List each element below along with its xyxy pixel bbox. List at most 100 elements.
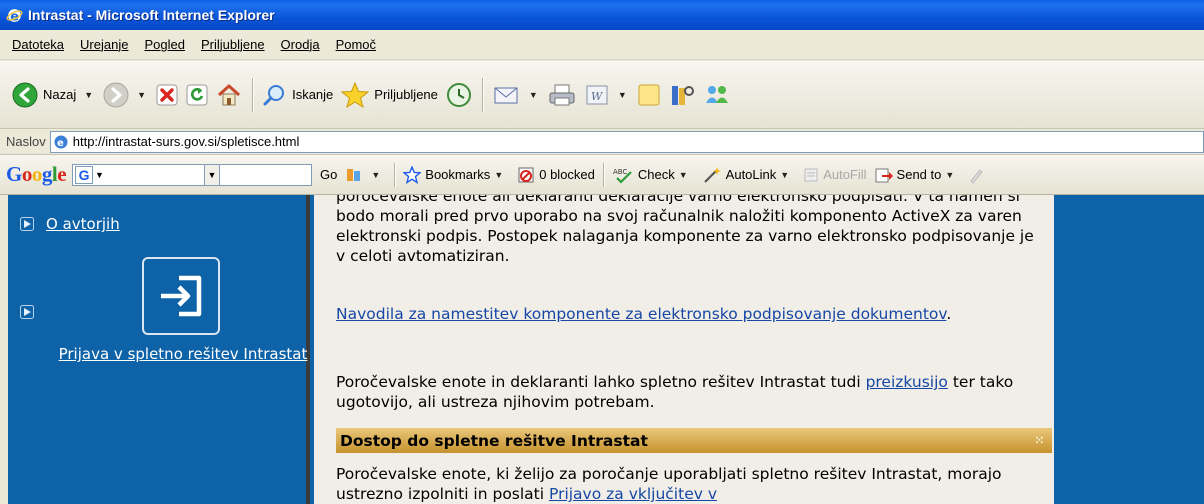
google-toolbar: Google G ▼ ▼ Go ▼ Bookmarks ▼ 0 blocked A… <box>0 155 1204 195</box>
o-avtorjih-link[interactable]: O avtorjih <box>46 215 120 233</box>
star-outline-icon <box>403 165 422 184</box>
back-dropdown-icon[interactable]: ▼ <box>84 90 93 100</box>
window-title-bar[interactable]: e Intrastat - Microsoft Internet Explore… <box>0 0 1204 30</box>
home-icon <box>218 84 241 105</box>
menu-bar: Datoteka Urejanje Pogled Priljubljene Or… <box>0 30 1204 60</box>
forward-dropdown-icon[interactable]: ▼ <box>137 90 146 100</box>
printer-icon <box>549 84 575 105</box>
edit-button[interactable]: W <box>580 75 614 115</box>
menu-urejanje[interactable]: Urejanje <box>72 34 136 55</box>
bookmarks-dropdown-icon: ▼ <box>494 169 504 180</box>
send-arrow-icon <box>875 168 893 182</box>
mail-icon <box>494 87 518 103</box>
google-go-button[interactable]: Go <box>312 167 341 182</box>
google-search-input[interactable]: G ▼ ▼ <box>72 163 313 186</box>
arrow-bullet-icon <box>20 217 34 231</box>
favorites-star-icon <box>341 81 370 108</box>
google-engine-dropdown-icon[interactable]: ▼ <box>95 170 104 180</box>
paragraph-activex: poročevalske enote ali deklaranti deklar… <box>336 195 1034 265</box>
autofill-button[interactable]: AutoFill <box>799 167 870 183</box>
back-arrow-icon <box>12 82 38 107</box>
sendto-dropdown-icon: ▼ <box>945 169 955 180</box>
note-icon <box>638 84 660 105</box>
google-options-button[interactable]: ▼ <box>341 166 390 184</box>
right-margin <box>1054 195 1204 504</box>
ie-logo-icon: e <box>6 8 23 24</box>
messenger-icon <box>705 85 728 103</box>
google-g-icon[interactable]: G <box>75 165 94 184</box>
paragraph-preizkus: Poročevalske enote in deklaranti lahko s… <box>336 373 1014 411</box>
page-viewport: O avtorjih Prijava v spletno rešitev Int… <box>0 195 1204 504</box>
spell-check-button[interactable]: ABC Check ▼ <box>608 166 698 184</box>
search-history-dropdown-icon[interactable]: ▼ <box>203 163 220 186</box>
menu-datoteka[interactable]: Datoteka <box>4 34 72 55</box>
svg-text:ABC: ABC <box>613 168 627 176</box>
back-label: Nazaj <box>43 87 77 102</box>
menu-orodja[interactable]: Orodja <box>273 34 328 55</box>
sign-in-icon <box>161 275 202 317</box>
mail-button[interactable] <box>489 75 525 115</box>
magic-wand-icon <box>703 166 721 183</box>
installation-guide-link[interactable]: Navodila za namestitev komponente za ele… <box>336 305 946 323</box>
forward-arrow-icon <box>103 82 129 107</box>
registration-link[interactable]: Prijavo za vključitev v <box>549 485 717 503</box>
print-button[interactable] <box>544 75 580 115</box>
google-toolbar-separator <box>602 162 604 187</box>
login-link[interactable]: Prijava v spletno rešitev Intrastat <box>58 345 308 364</box>
paragraph-navodila: Navodila za namestitev komponente za ele… <box>336 305 952 323</box>
arrow-bullet-icon <box>20 305 34 319</box>
autolink-dropdown-icon: ▼ <box>780 169 790 180</box>
svg-text:e: e <box>57 138 64 149</box>
spellcheck-icon: ABC <box>613 168 632 184</box>
refresh-icon <box>186 84 208 105</box>
expand-icon[interactable]: ⁙ <box>1035 431 1044 451</box>
back-button[interactable]: Nazaj <box>8 75 80 115</box>
address-input[interactable]: e http://intrastat-surs.gov.si/spletisce… <box>49 130 1204 153</box>
sidebar-item-o-avtorjih[interactable]: O avtorjih <box>20 215 120 233</box>
address-url: http://intrastat-surs.gov.si/spletisce.h… <box>72 134 300 149</box>
messenger-button[interactable] <box>699 75 735 115</box>
address-bar: Naslov e http://intrastat-surs.gov.si/sp… <box>0 129 1204 155</box>
popup-blocked-icon <box>518 167 534 182</box>
toolbar-separator <box>481 77 483 112</box>
paragraph-prijava: Poročevalske enote, ki želijo za poročan… <box>336 465 1002 503</box>
page-ie-icon: e <box>54 135 68 149</box>
google-options-icon <box>347 168 361 181</box>
research-books-icon <box>671 85 694 105</box>
autofill-icon <box>804 168 818 181</box>
left-sidebar: O avtorjih Prijava v spletno rešitev Int… <box>8 195 310 504</box>
address-label: Naslov <box>6 134 46 149</box>
toolbar-separator <box>252 77 254 112</box>
edit-dropdown-icon[interactable]: ▼ <box>618 90 627 100</box>
main-content: poročevalske enote ali deklaranti deklar… <box>314 195 1054 504</box>
google-logo[interactable]: Google <box>6 162 67 187</box>
favorites-button[interactable]: Priljubljene <box>337 75 442 115</box>
research-button[interactable] <box>665 75 699 115</box>
mail-dropdown-icon[interactable]: ▼ <box>529 90 538 100</box>
history-icon <box>446 82 471 107</box>
autolink-button[interactable]: AutoLink ▼ <box>698 166 800 184</box>
menu-priljubljene[interactable]: Priljubljene <box>193 34 273 55</box>
stop-button[interactable] <box>152 75 182 115</box>
home-button[interactable] <box>212 75 246 115</box>
menu-pomoc[interactable]: Pomoč <box>328 34 384 55</box>
google-toolbar-separator <box>394 162 396 187</box>
history-button[interactable] <box>442 75 476 115</box>
send-to-button[interactable]: Send to ▼ <box>871 166 965 184</box>
pencil-icon <box>970 168 983 184</box>
search-button[interactable]: Iskanje <box>259 75 337 115</box>
sidebar-item-login-bullet[interactable] <box>20 305 34 319</box>
refresh-button[interactable] <box>182 75 212 115</box>
popup-blocker-button[interactable]: 0 blocked <box>513 166 599 184</box>
bookmarks-button[interactable]: Bookmarks ▼ <box>399 165 513 184</box>
login-button[interactable] <box>142 257 220 335</box>
try-it-link[interactable]: preizkusijo <box>866 373 948 391</box>
highlighter-button[interactable] <box>964 166 988 184</box>
favorites-label: Priljubljene <box>374 87 438 102</box>
section-header: Dostop do spletne rešitve Intrastat ⁙ <box>336 428 1052 453</box>
forward-button[interactable] <box>99 75 133 115</box>
menu-pogled[interactable]: Pogled <box>136 34 192 55</box>
section-title: Dostop do spletne rešitve Intrastat <box>340 431 648 450</box>
options-dropdown-icon[interactable]: ▼ <box>371 170 380 180</box>
discuss-button[interactable] <box>633 75 665 115</box>
